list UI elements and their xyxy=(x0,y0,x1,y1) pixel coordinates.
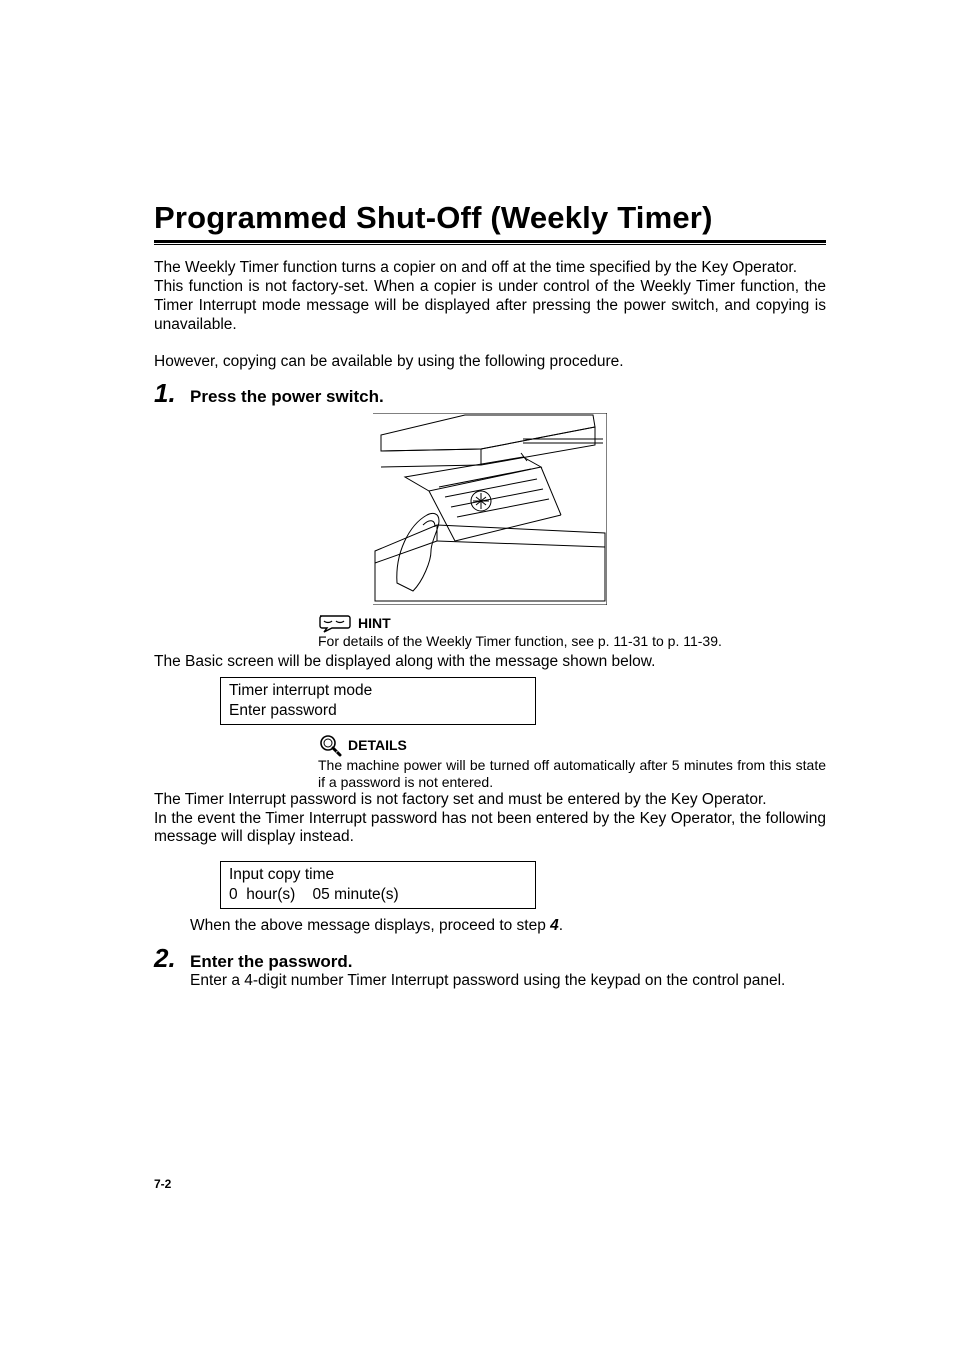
hint-label: HINT xyxy=(358,615,391,631)
details-text: The machine power will be turned off aut… xyxy=(318,757,826,791)
page-number: 7-2 xyxy=(154,1177,171,1191)
lcd-message-box-1: Timer interrupt mode Enter password xyxy=(220,677,536,725)
step-2: 2. Enter the password. xyxy=(154,945,826,972)
hint-bubble-icon xyxy=(318,613,352,633)
lcd-1-line-1: Timer interrupt mode xyxy=(229,681,527,700)
lcd-message-box-2: Input copy time 0 hour(s) 05 minute(s) xyxy=(220,861,536,909)
step-1-number: 1. xyxy=(154,380,182,406)
step-1-after-details-1: The Timer Interrupt password is not fact… xyxy=(154,791,826,810)
intro-paragraph-1b: This function is not factory-set. When a… xyxy=(154,278,826,335)
details-row: DETAILS xyxy=(318,733,826,757)
lcd-2-line-2: 0 hour(s) 05 minute(s) xyxy=(229,885,527,904)
page-title: Programmed Shut-Off (Weekly Timer) xyxy=(154,200,826,236)
lcd-2-line-1: Input copy time xyxy=(229,865,527,884)
details-label: DETAILS xyxy=(348,737,407,753)
lcd-1-line-2: Enter password xyxy=(229,701,527,720)
intro-paragraph-2: However, copying can be available by usi… xyxy=(154,353,826,372)
hint-text: For details of the Weekly Timer function… xyxy=(318,633,826,650)
intro-paragraph-1a: The Weekly Timer function turns a copier… xyxy=(154,259,826,278)
step-2-heading: Enter the password. xyxy=(190,952,352,972)
magnifier-icon xyxy=(318,733,342,757)
step-1: 1. Press the power switch. xyxy=(154,380,826,407)
copier-power-switch-illustration xyxy=(373,413,607,605)
step-1-heading: Press the power switch. xyxy=(190,387,384,407)
step-1-after-hint: The Basic screen will be displayed along… xyxy=(154,653,826,671)
step-1-proceed: When the above message displays, proceed… xyxy=(190,917,826,935)
step-1-after-details-2: In the event the Timer Interrupt passwor… xyxy=(154,810,826,848)
copier-illustration-wrap xyxy=(154,413,826,605)
step-1-proceed-prefix: When the above message displays, proceed… xyxy=(190,917,563,934)
step-2-body: Enter a 4-digit number Timer Interrupt p… xyxy=(190,972,826,991)
step-2-number: 2. xyxy=(154,945,182,971)
hint-row: HINT xyxy=(318,613,826,633)
title-rule xyxy=(154,240,826,245)
